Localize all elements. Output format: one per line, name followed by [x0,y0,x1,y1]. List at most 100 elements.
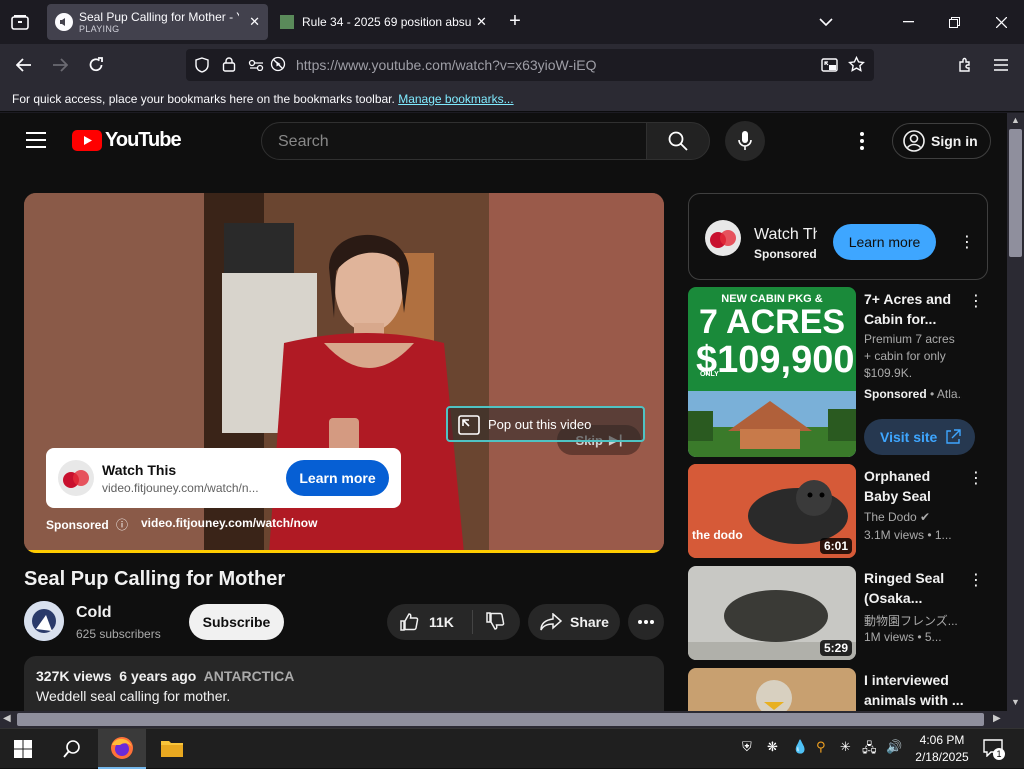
info-icon[interactable]: ⓘ [116,518,128,532]
file-explorer-icon[interactable] [160,738,184,763]
tab-status: PLAYING [79,24,120,34]
list-all-tabs-icon[interactable] [814,10,838,34]
minimize-icon[interactable] [896,10,920,34]
url-path: /watch?v=x63yioW-iEQ [451,57,597,73]
search-input[interactable]: Search [261,122,647,160]
maximize-icon[interactable] [942,10,966,34]
rec-channel[interactable]: 動物園フレンズ... [864,612,962,629]
new-tab-icon[interactable]: + [504,10,526,32]
ad-overlay-url: video.fitjouney.com/watch/n... [102,481,259,495]
scroll-down-icon[interactable]: ▼ [1011,697,1020,707]
rec-menu-kebab-icon[interactable]: ⋮ [968,468,984,488]
scroll-left-icon[interactable]: ◀ [3,713,11,724]
channel-name[interactable]: Cold [76,604,112,622]
sponsored-url[interactable]: video.fitjouney.com/watch/now [141,516,317,530]
manage-bookmarks-link[interactable]: Manage bookmarks... [398,92,513,106]
close-tab-icon[interactable]: ✕ [249,14,260,30]
ad-learn-more-button[interactable]: Learn more [286,460,389,496]
channel-avatar[interactable] [24,601,64,641]
bookmark-star-icon[interactable] [848,55,865,78]
rec-channel[interactable]: The Dodo ✔ [864,510,962,524]
promo-sponsored: Sponsored • Atla... [864,387,962,401]
firefox-view-icon[interactable] [8,10,32,34]
scroll-right-icon[interactable]: ▶ [993,713,1001,724]
back-icon[interactable] [10,52,38,78]
search-tray-icon[interactable]: ⚲ [816,739,826,755]
like-count: 11K [429,614,454,630]
scroll-up-icon[interactable]: ▲ [1011,115,1020,125]
security-tray-icon[interactable]: ⛨ [742,739,752,755]
promo-menu-kebab-icon[interactable]: ⋮ [968,291,984,311]
drop-tray-icon[interactable]: 💧 [792,739,808,755]
description-text: Weddell seal calling for mother. [36,688,231,704]
tracking-protection-icon[interactable] [194,57,210,78]
ad-progress-bar[interactable] [24,550,664,553]
sign-in-button[interactable]: Sign in [892,123,991,159]
rec-title[interactable]: Orphaned Baby Seal Barks At... [864,466,964,506]
rec-thumbnail[interactable]: 5:29 [688,566,856,660]
vertical-scrollbar[interactable]: ▲ ▼ [1007,113,1024,711]
network-icon[interactable]: 🖧 [862,739,877,761]
audio-playing-icon[interactable] [55,13,73,31]
visit-site-button[interactable]: Visit site [864,419,975,455]
promo-sponsored-label: Sponsored [864,387,927,401]
firefox-taskbar-icon[interactable] [98,729,146,769]
dislike-button[interactable] [473,611,505,634]
settings-kebab-icon[interactable] [860,132,868,150]
taskbar-clock[interactable]: 4:06 PM 2/18/2025 [900,732,984,766]
horizontal-scroll-thumb[interactable] [17,713,984,726]
location-tag[interactable]: ANTARCTICA [204,668,295,684]
thumbs-down-icon [486,611,505,630]
close-tab-icon[interactable]: ✕ [476,14,487,30]
autoplay-blocked-icon[interactable] [270,56,286,77]
forward-icon[interactable] [46,52,74,78]
youtube-logo[interactable]: YouTube [72,129,182,152]
sidebar-learn-more-button[interactable]: Learn more [833,224,936,260]
rec-thumbnail[interactable]: the dodo 6:01 [688,464,856,558]
url-text[interactable]: https://www.youtube.com/watch?v=x63yioW-… [296,57,597,73]
horizontal-scrollbar[interactable]: ◀ ▶ [0,711,1024,728]
share-icon [540,613,562,631]
share-button[interactable]: Share [528,604,620,640]
taskbar-search-icon[interactable] [62,739,82,764]
rec-title[interactable]: I interviewed animals with ... [864,670,964,710]
ad-overlay-card[interactable]: Watch This video.fitjouney.com/watch/n..… [46,448,401,508]
tab-title: Seal Pup Calling for Mother - YouTube [79,10,239,24]
rec-item[interactable]: I interviewed animals with ... [688,668,988,711]
rec-title[interactable]: Ringed Seal (Osaka... [864,568,964,608]
guide-menu-icon[interactable] [26,132,46,153]
subscribe-button[interactable]: Subscribe [189,604,284,640]
reload-icon[interactable] [82,52,110,78]
more-actions-button[interactable] [628,604,664,640]
vertical-scroll-thumb[interactable] [1009,129,1022,257]
description-box[interactable]: 327K views 6 years ago ANTARCTICA Weddel… [24,656,664,711]
ad-menu-kebab-icon[interactable]: ⋮ [959,232,975,252]
rec-meta: 1M views • 5... [864,630,942,644]
rec-item[interactable]: the dodo 6:01 Orphaned Baby Seal Barks A… [688,464,988,558]
close-window-icon[interactable] [989,10,1013,34]
sparkle-tray-icon[interactable]: ✳ [840,739,851,755]
lock-icon[interactable] [222,56,236,77]
permissions-icon[interactable] [248,58,264,76]
sidebar-ad-card[interactable]: Watch This Sponsored Learn more ⋮ [688,193,988,280]
search-button[interactable] [646,122,710,160]
rec-item[interactable]: 5:29 Ringed Seal (Osaka... 動物園フレンズ... 1M… [688,566,988,660]
voice-search-button[interactable] [725,121,765,161]
promo-thumbnail[interactable]: NEW CABIN PKG & 7 ACRES ONLY $109,900 [688,287,856,457]
promo-title[interactable]: 7+ Acres and Cabin for... [864,289,956,329]
promo-ad-item[interactable]: NEW CABIN PKG & 7 ACRES ONLY $109,900 7+… [688,287,988,457]
app-menu-icon[interactable] [988,52,1014,78]
url-bar[interactable]: https://www.youtube.com/watch?v=x63yioW-… [186,49,874,81]
like-button[interactable]: 11K [387,610,473,634]
rec-menu-kebab-icon[interactable]: ⋮ [968,570,984,590]
notification-center-icon[interactable]: 1 [983,739,1005,760]
extensions-icon[interactable] [952,52,978,78]
tab-second[interactable]: Rule 34 - 2025 69 position absurdres ✕ [272,4,497,40]
rec-thumbnail[interactable] [688,668,856,711]
video-player[interactable]: Watch This video.fitjouney.com/watch/n..… [24,193,664,553]
picture-in-picture-icon[interactable] [821,57,839,78]
app-tray-icon[interactable]: ❋ [767,739,778,755]
tab-seal-pup[interactable]: Seal Pup Calling for Mother - YouTube PL… [47,4,268,40]
pop-out-video-button[interactable]: Pop out this video [446,406,645,442]
start-windows-icon[interactable] [14,740,32,763]
